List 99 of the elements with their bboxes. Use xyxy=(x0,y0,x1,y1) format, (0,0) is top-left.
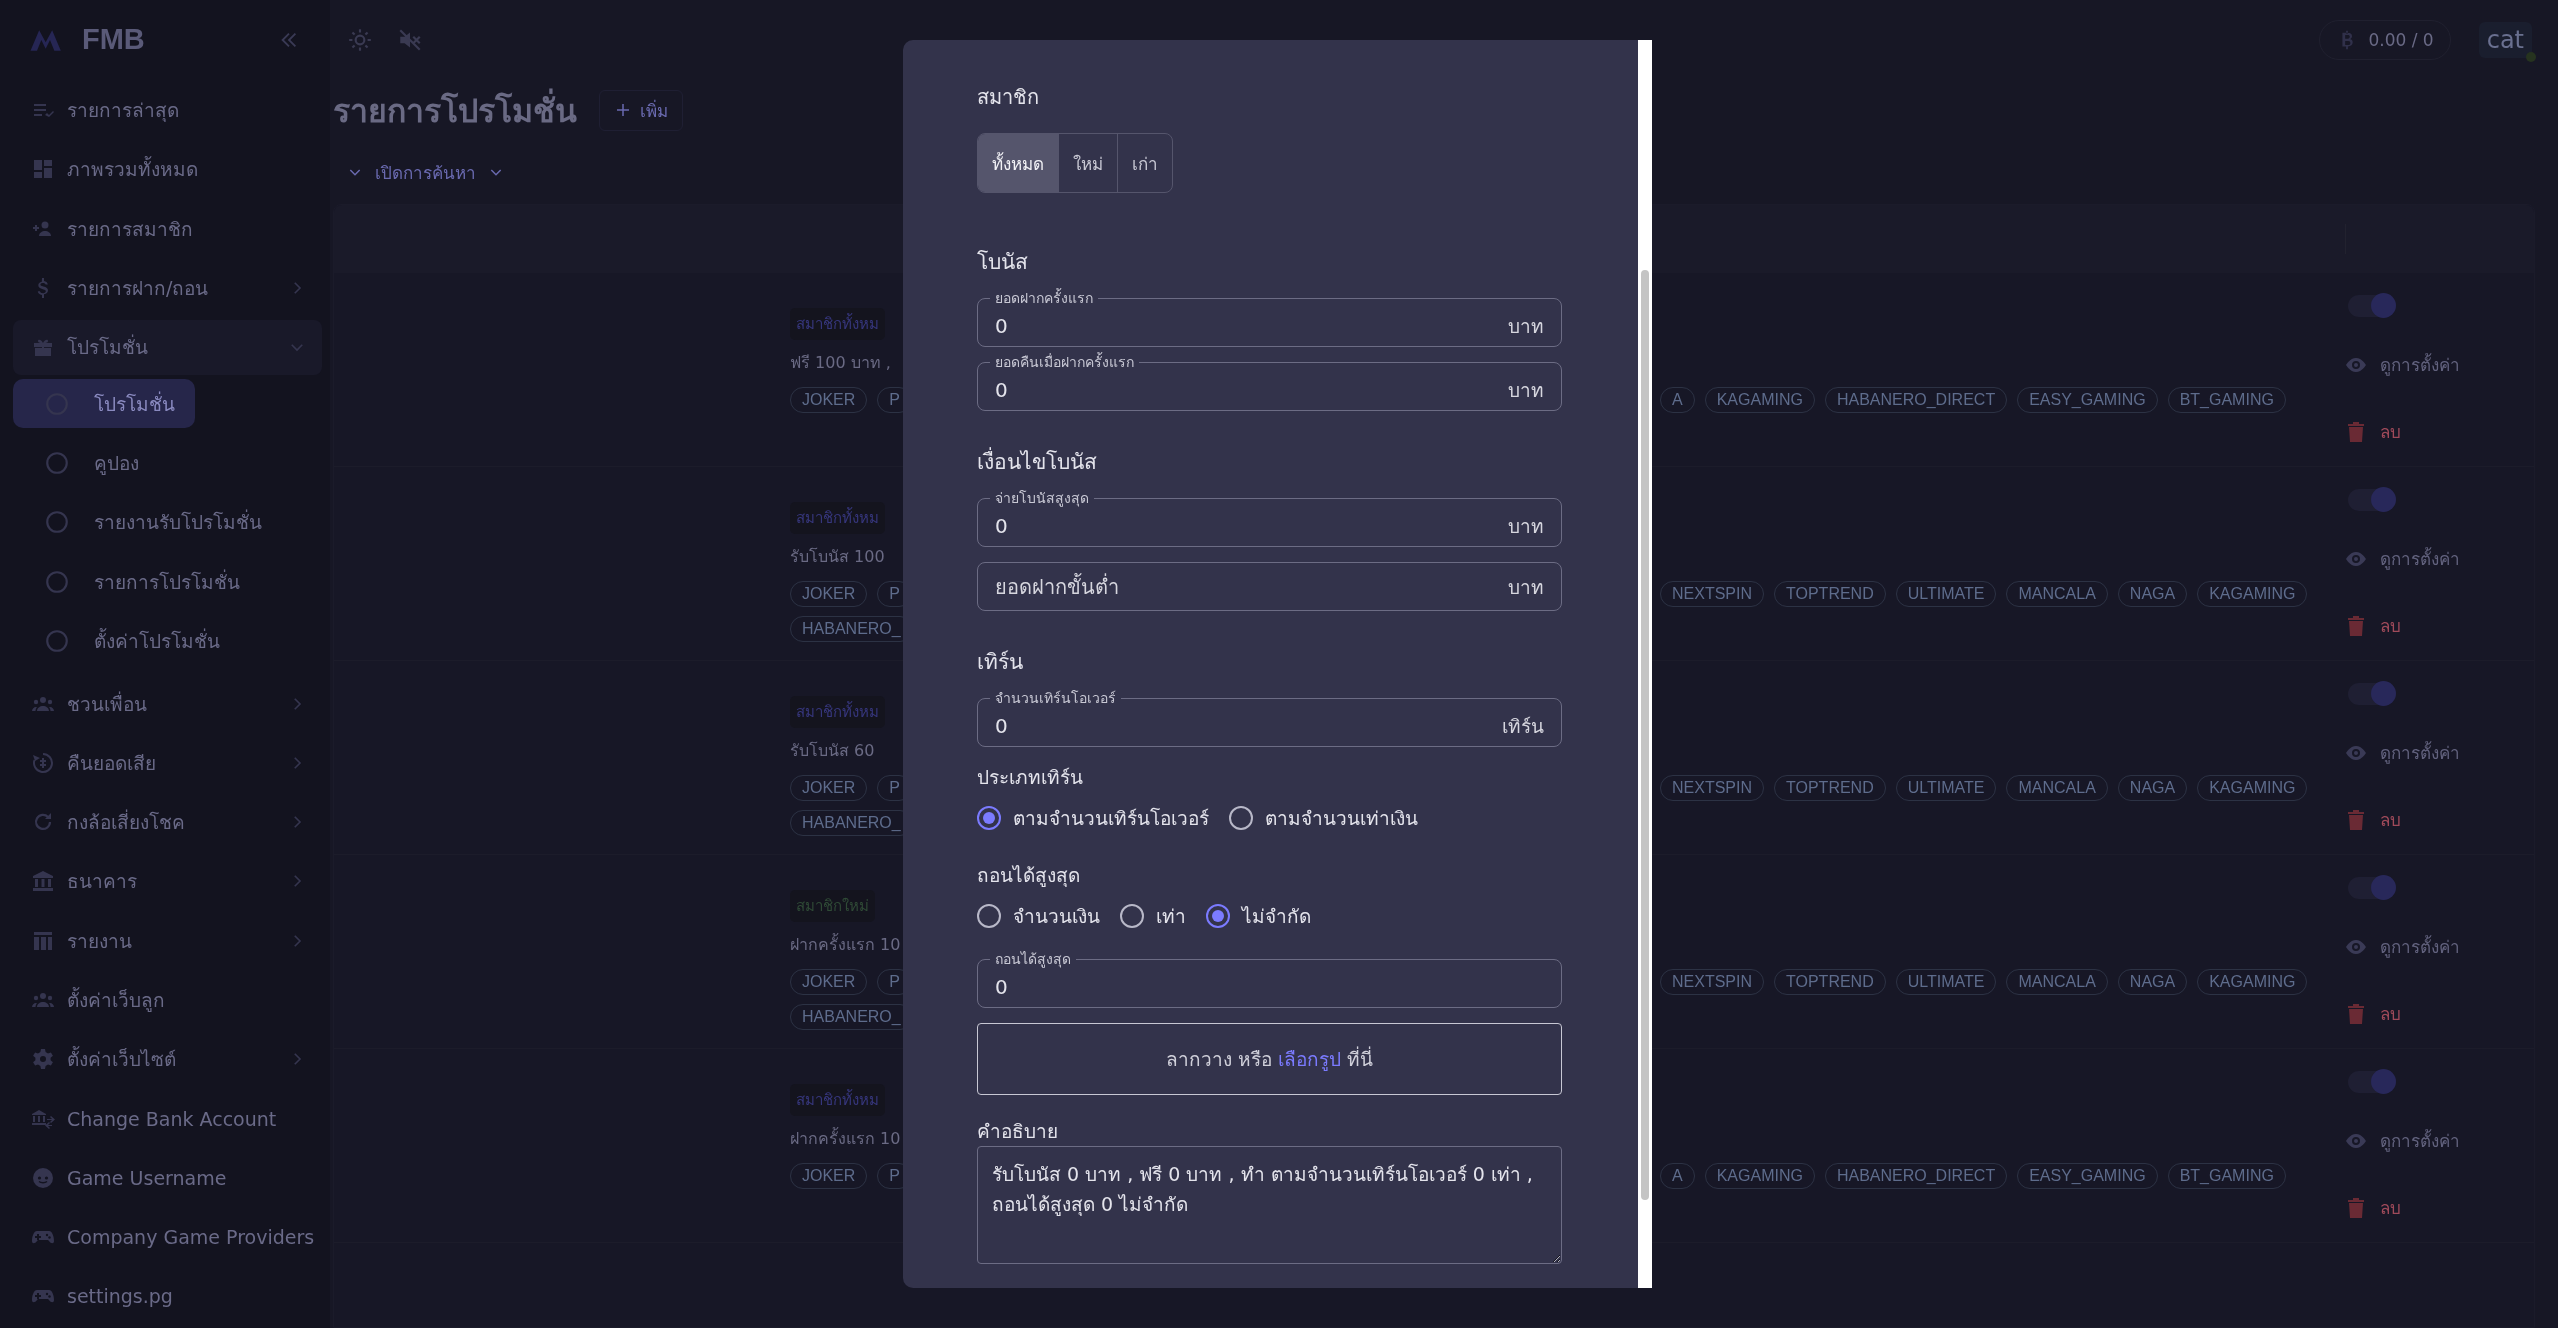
delete-link[interactable]: ลบ xyxy=(2344,612,2401,639)
logo-text: FMB xyxy=(82,23,145,57)
radio-button[interactable] xyxy=(1120,904,1144,928)
radio-label[interactable]: จำนวนเงิน xyxy=(1013,901,1100,931)
promotion-description: ฟรี 100 บาท , xyxy=(790,352,892,374)
description-field[interactable]: รับโบนัส 0 บาท , ฟรี 0 บาท , ทำ ตามจำนวนเทิร์นโอเวอร์ 0 เท่า , ถอนได้สูงสุด 0 ไม่จำกัด xyxy=(977,1146,1562,1264)
sidebar-item[interactable]: ภาพรวมทั้งหมด xyxy=(13,141,322,198)
brightness-icon[interactable] xyxy=(347,27,373,53)
value-input[interactable]: 0 xyxy=(995,374,1508,405)
section-label: สมาชิก xyxy=(977,84,1040,110)
member-filter-button[interactable]: เก่า xyxy=(1117,134,1172,192)
toggle-switch[interactable] xyxy=(2348,295,2394,317)
circle-icon xyxy=(44,509,70,536)
sidebar-subitem[interactable]: รายงานรับโปรโมชั่น xyxy=(13,497,282,548)
section-heading: เงื่อนไขโบนัส xyxy=(977,449,1562,475)
sidebar-subitem[interactable]: คูปอง xyxy=(13,438,159,488)
search-toggle[interactable]: เปิดการค้นหา xyxy=(347,154,504,190)
delete-link[interactable]: ลบ xyxy=(2344,1000,2401,1027)
radio-label[interactable]: ตามจำนวนเท่าเงิน xyxy=(1265,803,1418,833)
mute-icon[interactable] xyxy=(397,27,423,53)
sidebar-item[interactable]: Change Bank Account xyxy=(13,1090,322,1147)
promotion-description: รับโบนัส 60 xyxy=(790,740,876,762)
radio-label[interactable]: เท่า xyxy=(1156,901,1186,931)
sidebar-item[interactable]: ตั้งค่าเว็บลูก xyxy=(13,972,322,1028)
section-heading: เทิร์น xyxy=(977,649,1024,675)
circle-icon xyxy=(44,450,70,477)
member-tag: สมาชิกทั้งหม xyxy=(790,308,885,340)
input-field[interactable]: ยอดฝากขั้นต่ำ บาท xyxy=(977,562,1562,611)
scrollbar[interactable] xyxy=(1638,40,1652,1288)
input-field[interactable]: จำนวนเทิร์นโอเวอร์ 0 เทิร์น xyxy=(977,689,1562,747)
plus-icon xyxy=(614,101,632,119)
input-field[interactable]: ถอนได้สูงสุด 0 xyxy=(977,950,1562,1008)
sidebar-item[interactable]: Game Username xyxy=(13,1150,322,1206)
sidebar-subitem[interactable]: ตั้งค่าโปรโมชั่น xyxy=(13,616,240,666)
value-input[interactable]: 0 xyxy=(995,710,1502,741)
value-input[interactable]: ยอดฝากขั้นต่ำ xyxy=(995,571,1508,602)
member-filter-button[interactable]: ทั้งหมด xyxy=(978,134,1058,192)
member-tag: สมาชิกทั้งหม xyxy=(790,696,885,728)
value-input[interactable]: 0 xyxy=(995,310,1508,341)
scrollbar-thumb[interactable] xyxy=(1641,270,1649,1200)
group-label: ถอนได้สูงสุด xyxy=(977,863,1081,888)
circle-icon xyxy=(44,628,70,655)
toggle-switch[interactable] xyxy=(2348,683,2394,705)
sidebar-item[interactable]: ธนาคาร xyxy=(13,853,322,910)
radio-button[interactable] xyxy=(1229,806,1253,830)
sidebar-item[interactable]: ตั้งค่าเว็บไซต์ xyxy=(13,1031,322,1087)
sidebar-item[interactable]: คืนยอดเสีย xyxy=(13,735,322,791)
sidebar-subitem[interactable]: โปรโมชั่น xyxy=(13,379,195,429)
view-settings-link[interactable]: ดูการตั้งค่า xyxy=(2344,545,2460,572)
toggle-switch[interactable] xyxy=(2348,877,2394,899)
input-field[interactable]: ยอดฝากครั้งแรก 0 บาท xyxy=(977,289,1562,347)
image-dropzone[interactable]: ลากวาง หรือ เลือกรูป ที่นี่ xyxy=(977,1023,1562,1095)
radio-label[interactable]: ตามจำนวนเทิร์นโอเวอร์ xyxy=(1013,803,1209,833)
sidebar-item[interactable]: กงล้อเสี่ยงโชค xyxy=(13,794,322,850)
toggle-switch[interactable] xyxy=(2348,489,2394,511)
value-input[interactable]: 0 xyxy=(995,510,1508,541)
member-filter-button[interactable]: ใหม่ xyxy=(1058,134,1117,192)
sidebar-item[interactable]: settings.pg xyxy=(13,1268,322,1325)
round-face-icon xyxy=(31,1165,55,1190)
delete-link[interactable]: ลบ xyxy=(2344,806,2401,833)
view-settings-link[interactable]: ดูการตั้งค่า xyxy=(2344,933,2460,960)
promotion-description: ฝากครั้งแรก 10 xyxy=(790,1126,902,1150)
sidebar-item[interactable]: โปรโมชั่น xyxy=(13,319,322,375)
view-settings-link[interactable]: ดูการตั้งค่า xyxy=(2344,1127,2460,1154)
member-tag: สมาชิกทั้งหม xyxy=(790,502,885,534)
choose-image-link[interactable]: เลือกรูป xyxy=(1278,1048,1341,1070)
dropzone-text: ลากวาง หรือ เลือกรูป ที่นี่ xyxy=(1165,1045,1374,1073)
sidebar-item[interactable]: รายการสมาชิก xyxy=(13,201,322,257)
dollar-cycle-icon xyxy=(31,750,55,775)
sidebar-item[interactable]: รายการฝาก/ถอน xyxy=(13,260,322,316)
gear-icon xyxy=(31,1047,55,1072)
sidebar-item[interactable]: Company Game Providers xyxy=(13,1209,322,1265)
circle-icon xyxy=(44,568,70,595)
sidebar-item[interactable]: รายงาน xyxy=(13,913,322,969)
input-field[interactable]: จ่ายโบนัสสูงสุด 0 บาท xyxy=(977,489,1562,547)
view-settings-link[interactable]: ดูการตั้งค่า xyxy=(2344,351,2460,378)
sidebar-subitem[interactable]: รายการโปรโมชั่น xyxy=(13,557,260,607)
add-button[interactable]: เพิ่ม xyxy=(599,89,683,131)
field-label: คำอธิบาย xyxy=(977,1119,1059,1144)
promotion-description: รับโบนัส 100 xyxy=(790,546,886,568)
view-settings-link[interactable]: ดูการตั้งค่า xyxy=(2344,739,2460,766)
input-field[interactable]: ยอดคืนเมื่อฝากครั้งแรก 0 บาท xyxy=(977,353,1562,411)
sidebar-item[interactable]: รายการล่าสุด xyxy=(13,82,322,138)
section-heading: โบนัส xyxy=(977,249,1029,275)
member-tag: สมาชิกทั้งหม xyxy=(790,1084,885,1116)
group-label: ประเภทเทิร์น xyxy=(977,765,1084,790)
promotion-description: ฝากครั้งแรก 10 xyxy=(790,932,902,956)
balance-amount: 0.00 / 0 xyxy=(2368,30,2434,50)
radio-button[interactable] xyxy=(977,904,1001,928)
toggle-switch[interactable] xyxy=(2348,1071,2394,1093)
value-input[interactable]: 0 xyxy=(995,971,1544,1002)
radio-label[interactable]: ไม่จำกัด xyxy=(1242,901,1311,931)
page-title: รายการโปรโมชั่น xyxy=(333,84,577,136)
sidebar-item[interactable]: ชวนเพื่อน xyxy=(13,675,322,732)
delete-link[interactable]: ลบ xyxy=(2344,418,2401,445)
bank-icon xyxy=(31,869,55,894)
radio-button[interactable] xyxy=(977,806,1001,830)
radio-button[interactable] xyxy=(1206,904,1230,928)
delete-link[interactable]: ลบ xyxy=(2344,1194,2401,1221)
